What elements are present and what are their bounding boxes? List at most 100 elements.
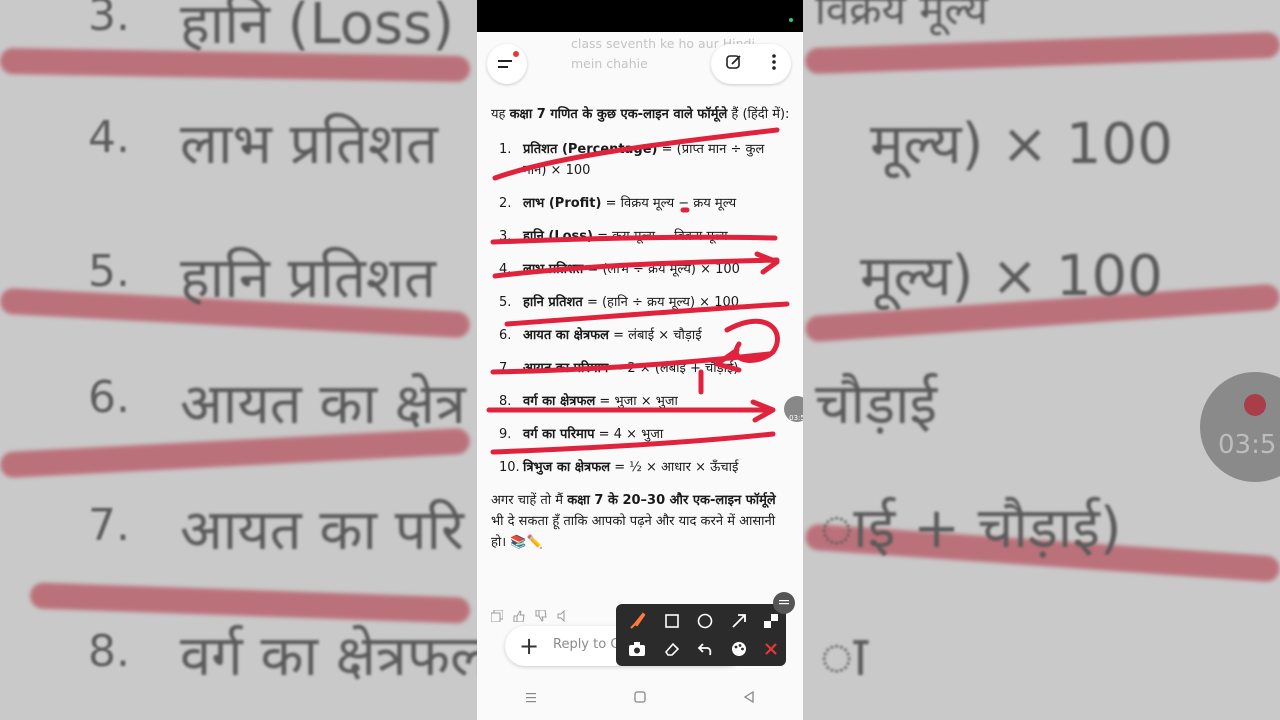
circle-tool-button[interactable] bbox=[692, 608, 718, 634]
bg-number: 7. bbox=[88, 500, 130, 551]
outro-bold: कक्षा 7 के 20–30 और एक-लाइन फॉर्मूले bbox=[567, 493, 776, 508]
formula-list: 1. प्रतिशत (Percentage) = (प्राप्त मान ÷ … bbox=[491, 139, 791, 478]
brush-icon bbox=[630, 612, 646, 629]
system-nav-bar bbox=[477, 678, 803, 720]
bg-text-right: ा bbox=[820, 624, 868, 689]
bg-number: 6. bbox=[88, 372, 130, 423]
list-item: 1. प्रतिशत (Percentage) = (प्राप्त मान ÷ … bbox=[491, 139, 791, 181]
status-bar bbox=[477, 0, 803, 32]
bg-text-right: ाई + चौड़ाई) bbox=[820, 496, 1122, 561]
list-number: 5. bbox=[499, 295, 512, 310]
list-number: 10. bbox=[499, 460, 520, 475]
bg-number: 4. bbox=[88, 112, 130, 163]
bg-number: 5. bbox=[88, 246, 130, 297]
arrow-icon bbox=[732, 614, 746, 628]
menu-icon bbox=[498, 60, 512, 68]
annotation-toolbar bbox=[616, 604, 786, 666]
screenshot-button[interactable] bbox=[624, 636, 650, 662]
header-actions bbox=[711, 44, 791, 84]
brush-tool-button[interactable] bbox=[624, 608, 650, 634]
square-icon bbox=[665, 614, 679, 628]
notification-badge bbox=[513, 51, 519, 57]
bg-text-right: मूल्य) × 100 bbox=[860, 244, 1163, 309]
list-number: 6. bbox=[499, 328, 512, 343]
list-number: 2. bbox=[499, 196, 512, 211]
recording-dot-blurred bbox=[1244, 394, 1266, 416]
menu-button[interactable] bbox=[487, 44, 527, 84]
mosaic-icon bbox=[764, 614, 778, 628]
formula-expression: = भुजा × भुजा bbox=[595, 394, 678, 409]
outro-text-end: भी दे सकता हूँ ताकि आपको पढ़ने और याद कर… bbox=[491, 514, 776, 550]
intro-text: यह bbox=[491, 107, 510, 122]
undo-button[interactable] bbox=[692, 636, 718, 662]
outro-paragraph: अगर चाहें तो मैं कक्षा 7 के 20–30 और एक-… bbox=[491, 490, 791, 553]
rectangle-tool-button[interactable] bbox=[659, 608, 685, 634]
formula-expression: = लंबाई × चौड़ाई bbox=[608, 328, 702, 343]
close-toolbar-button[interactable] bbox=[758, 636, 784, 662]
edit-icon bbox=[726, 55, 741, 69]
thumbs-down-icon bbox=[535, 609, 547, 622]
list-number: 4. bbox=[499, 262, 512, 277]
add-attachment-button[interactable]: + bbox=[519, 632, 539, 660]
formula-term: त्रिभुज का क्षेत्रफल bbox=[523, 460, 611, 475]
eraser-tool-button[interactable] bbox=[659, 636, 685, 662]
formula-term: हानि (Loss) bbox=[523, 229, 593, 244]
outro-text: अगर चाहें तो मैं bbox=[491, 493, 568, 508]
close-icon bbox=[765, 643, 777, 655]
list-item: 4. लाभ प्रतिशत = (लाभ ÷ क्रय मूल्य) × 100 bbox=[491, 259, 791, 280]
new-chat-button[interactable] bbox=[725, 53, 743, 75]
list-item: 5. हानि प्रतिशत = (हानि ÷ क्रय मूल्य) × 1… bbox=[491, 292, 791, 313]
toolbar-collapse-button[interactable] bbox=[773, 592, 795, 614]
collapse-lines-icon bbox=[779, 600, 789, 605]
chat-screen: class seventh ke ho aur Hindi mein chahi… bbox=[477, 32, 803, 720]
formula-term: लाभ प्रतिशत bbox=[523, 262, 584, 277]
arrow-tool-button[interactable] bbox=[726, 608, 752, 634]
undo-icon bbox=[697, 643, 712, 656]
formula-expression: = (हानि ÷ क्रय मूल्य) × 100 bbox=[582, 295, 740, 310]
list-item: 7. आयत का परिमाप = 2 × (लंबाई + चौड़ाई) bbox=[491, 358, 791, 379]
thumbs-up-icon bbox=[513, 610, 525, 623]
top-bar: class seventh ke ho aur Hindi mein chahi… bbox=[477, 32, 803, 92]
formula-term: लाभ (Profit) bbox=[523, 196, 602, 211]
circle-icon bbox=[697, 613, 713, 629]
list-number: 1. bbox=[499, 142, 512, 157]
more-options-button[interactable] bbox=[771, 53, 777, 75]
list-number: 9. bbox=[499, 427, 512, 442]
formula-expression: = विक्रय मूल्य − क्रय मूल्य bbox=[601, 196, 737, 211]
copy-icon bbox=[490, 609, 504, 623]
list-number: 3. bbox=[499, 229, 512, 244]
list-item: 6. आयत का क्षेत्रफल = लंबाई × चौड़ाई bbox=[491, 325, 791, 346]
recent-apps-button[interactable] bbox=[525, 691, 537, 707]
privacy-indicator-icon bbox=[789, 18, 793, 22]
formula-term: आयत का परिमाप bbox=[523, 361, 609, 376]
bg-text-right: विक्रय मूल्य bbox=[815, 0, 988, 34]
recording-time-blurred: 03:5 bbox=[1218, 430, 1277, 460]
list-item: 10. त्रिभुज का क्षेत्रफल = ½ × आधार × ऊँच… bbox=[491, 457, 791, 478]
formula-term: आयत का क्षेत्रफल bbox=[523, 328, 609, 343]
speaker-icon bbox=[557, 609, 565, 623]
list-item: 2. लाभ (Profit) = विक्रय मूल्य − क्रय मूल… bbox=[491, 193, 791, 214]
home-button[interactable] bbox=[634, 691, 646, 707]
formula-term: वर्ग का परिमाप bbox=[523, 427, 595, 442]
camera-icon bbox=[629, 642, 645, 656]
formula-term: हानि प्रतिशत bbox=[523, 295, 583, 310]
back-button[interactable] bbox=[743, 690, 755, 707]
recording-time: 03:5 bbox=[789, 414, 803, 422]
menu-lines-icon bbox=[526, 693, 537, 703]
formula-expression: = क्रय मूल्य − विक्रय मूल्य bbox=[592, 229, 728, 244]
list-item: 9. वर्ग का परिमाप = 4 × भुजा bbox=[491, 424, 791, 445]
color-palette-button[interactable] bbox=[726, 636, 752, 662]
formula-term: प्रतिशत (Percentage) bbox=[523, 142, 658, 157]
formula-expression: = (लाभ ÷ क्रय मूल्य) × 100 bbox=[583, 262, 740, 277]
formula-term: वर्ग का क्षेत्रफल bbox=[523, 394, 596, 409]
list-item: 3. हानि (Loss) = क्रय मूल्य − विक्रय मूल्… bbox=[491, 226, 791, 247]
recording-indicator[interactable]: 03:5 bbox=[784, 396, 803, 422]
formula-expression: = 4 × भुजा bbox=[594, 427, 664, 442]
bg-number: 8. bbox=[88, 626, 130, 677]
home-square-icon bbox=[634, 691, 646, 703]
eraser-icon bbox=[664, 642, 680, 656]
intro-paragraph: यह कक्षा 7 गणित के कुछ एक-लाइन वाले फॉर्… bbox=[491, 104, 791, 125]
intro-bold: कक्षा 7 गणित के कुछ एक-लाइन वाले फॉर्मूल… bbox=[509, 107, 728, 122]
intro-text-end: हैं (हिंदी में): bbox=[727, 107, 790, 122]
copy-button[interactable] bbox=[490, 609, 504, 632]
